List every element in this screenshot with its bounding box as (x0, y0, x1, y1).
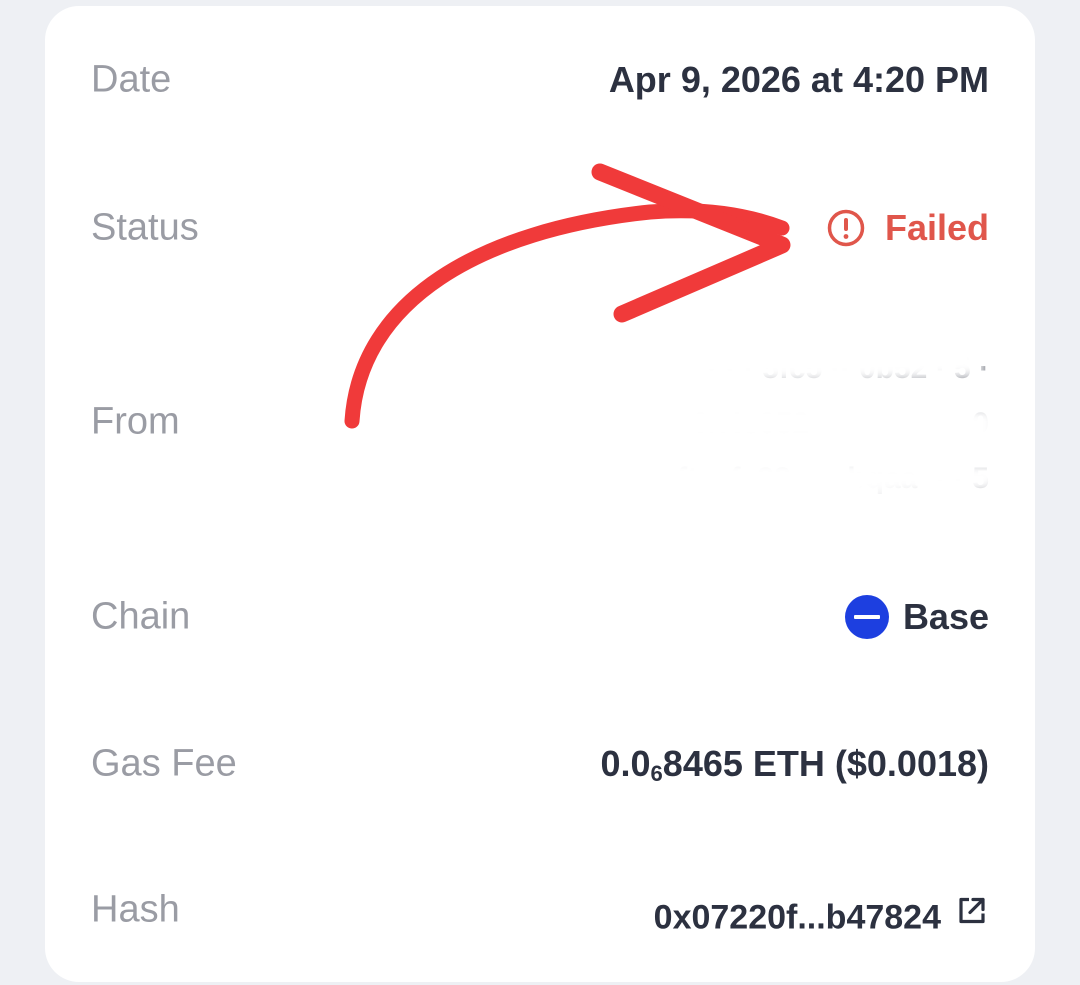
status-label: Status (91, 206, 199, 249)
gas-fee-label: Gas Fee (91, 742, 237, 785)
gas-fee-subscript: 6 (650, 761, 663, 786)
from-address-line-2: 0x4c052 ········ ·· ··· 0 (692, 407, 989, 440)
from-address-line-1: · · · 5fc5 ·· 0b52 · 5 · (707, 352, 989, 385)
gas-fee-row: Gas Fee 0.0 6 8465 ETH ($0.0018) (45, 724, 1035, 804)
gas-fee-prefix: 0.0 (600, 743, 651, 784)
hash-label: Hash (91, 888, 180, 931)
from-address[interactable]: · · · 5fc5 ·· 0b52 · 5 · 0x4c052 ·······… (469, 352, 989, 502)
status-value: Failed (827, 207, 989, 249)
from-label: From (91, 400, 180, 443)
hash-row: Hash 0x07220f...b47824 (45, 870, 1035, 950)
from-address-line-3: · · eeftsafa22 ···· bqaa ·· · 5 (607, 462, 989, 495)
base-chain-icon (844, 595, 889, 639)
date-value: Apr 9, 2026 at 4:20 PM (608, 59, 989, 100)
gas-fee-value: 0.0 6 8465 ETH ($0.0018) (600, 743, 990, 786)
chain-value: Base (844, 595, 989, 639)
status-text: Failed (884, 207, 989, 248)
hash-text: 0x07220f...b47824 (653, 898, 941, 937)
chain-text: Base (902, 596, 989, 637)
chain-row: Chain Base (45, 577, 1035, 657)
gas-fee-suffix: 8465 ETH ($0.0018) (662, 743, 989, 784)
alert-circle-icon (827, 209, 865, 247)
transaction-details-card: Date Apr 9, 2026 at 4:20 PM Status Faile… (45, 6, 1035, 982)
date-label: Date (91, 58, 172, 101)
external-link-icon[interactable] (955, 893, 989, 927)
chain-label: Chain (91, 595, 191, 638)
status-row: Status Failed (45, 188, 1035, 268)
date-row: Date Apr 9, 2026 at 4:20 PM (45, 40, 1035, 120)
hash-value[interactable]: 0x07220f...b47824 (654, 891, 989, 937)
